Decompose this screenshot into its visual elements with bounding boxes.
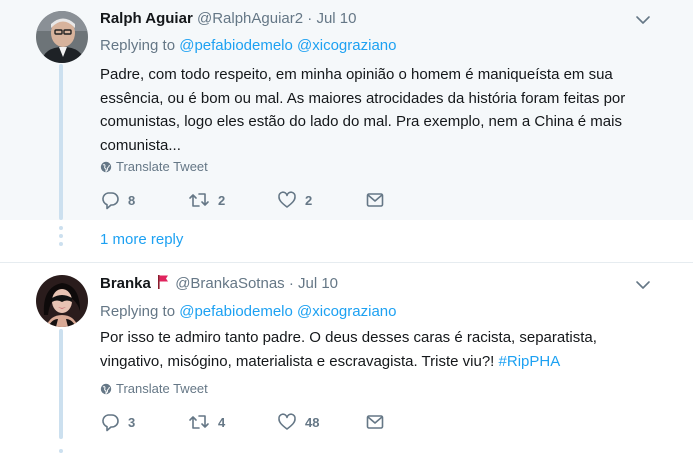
reply-icon xyxy=(100,412,120,432)
mention-link[interactable]: @xicograziano xyxy=(297,37,396,54)
reply-button[interactable]: 3 xyxy=(100,411,135,433)
tweet-text: Padre, com todo respeito, em minha opini… xyxy=(100,63,660,157)
tweet-header: Ralph Aguiar @RalphAguiar2 · Jul 10 xyxy=(100,9,356,29)
replying-label: Replying to xyxy=(100,37,176,54)
message-icon xyxy=(365,412,385,432)
thread-dots xyxy=(59,449,63,457)
mention-link[interactable]: @xicograziano xyxy=(297,303,396,320)
more-replies-row: 1 more reply xyxy=(0,220,693,262)
translate-label: Translate Tweet xyxy=(116,159,208,174)
author-handle[interactable]: @RalphAguiar2 xyxy=(197,10,303,27)
retweet-button[interactable]: 4 xyxy=(188,411,225,433)
translate-label: Translate Tweet xyxy=(116,381,208,396)
hashtag-link[interactable]: #RipPHA xyxy=(499,353,561,370)
tweet-branka[interactable]: Branka @BrankaSotnas · Jul 10 Replying t… xyxy=(0,263,693,457)
tweet-header: Branka @BrankaSotnas · Jul 10 xyxy=(100,274,338,296)
like-count: 48 xyxy=(305,414,320,430)
avatar-ralph-aguiar[interactable] xyxy=(36,11,88,63)
tweet-text: Por isso te admiro tanto padre. O deus d… xyxy=(100,326,660,373)
tweet-text-line: essência, ou é bom ou mal. As maiores at… xyxy=(100,89,626,107)
tweet-text-line: comunista... xyxy=(100,136,181,154)
translate-tweet-link[interactable]: Translate Tweet xyxy=(100,381,208,399)
like-button[interactable]: 48 xyxy=(277,411,319,433)
like-button[interactable]: 2 xyxy=(277,189,312,211)
author-name[interactable]: Ralph Aguiar xyxy=(100,10,193,27)
thread-line xyxy=(59,64,63,220)
reply-icon xyxy=(100,190,120,210)
reply-count: 8 xyxy=(128,192,136,208)
retweet-button[interactable]: 2 xyxy=(188,189,225,211)
retweet-icon xyxy=(188,412,210,432)
retweet-icon xyxy=(188,190,210,210)
reply-count: 3 xyxy=(128,414,136,430)
retweet-count: 4 xyxy=(218,414,226,430)
chevron-down-icon[interactable] xyxy=(634,276,652,294)
tweet-ralph-aguiar[interactable]: Ralph Aguiar @RalphAguiar2 · Jul 10 Repl… xyxy=(0,0,693,220)
tweet-text-line: comunistas, logo eles estão do lado do m… xyxy=(100,113,622,130)
flag-icon xyxy=(157,274,169,296)
retweet-count: 2 xyxy=(218,192,226,208)
like-count: 2 xyxy=(305,192,313,208)
author-handle[interactable]: @BrankaSotnas xyxy=(175,275,284,292)
globe-icon xyxy=(100,383,112,399)
tweet-date[interactable]: Jul 10 xyxy=(316,10,356,27)
tweet-date[interactable]: Jul 10 xyxy=(298,275,338,292)
direct-message-button[interactable] xyxy=(365,189,385,211)
separator: · xyxy=(288,275,294,292)
like-icon xyxy=(277,190,297,210)
author-name[interactable]: Branka xyxy=(100,275,151,292)
mention-link[interactable]: @pefabiodemelo xyxy=(179,303,293,320)
reply-button[interactable]: 8 xyxy=(100,189,135,211)
thread-dots xyxy=(59,226,63,250)
avatar-branka[interactable] xyxy=(36,275,88,327)
replying-to: Replying to @pefabiodemelo @xicograziano xyxy=(100,36,396,56)
thread-line xyxy=(59,329,63,439)
separator: · xyxy=(307,10,313,27)
replying-label: Replying to xyxy=(100,303,176,320)
more-reply-link[interactable]: 1 more reply xyxy=(100,230,183,250)
like-icon xyxy=(277,412,297,432)
globe-icon xyxy=(100,161,112,177)
translate-tweet-link[interactable]: Translate Tweet xyxy=(100,159,208,177)
mention-link[interactable]: @pefabiodemelo xyxy=(179,37,293,54)
message-icon xyxy=(365,190,385,210)
direct-message-button[interactable] xyxy=(365,411,385,433)
tweet-text-line: Por isso te admiro tanto padre. O deus d… xyxy=(100,329,597,346)
tweet-text-line: Padre, com todo respeito, em minha opini… xyxy=(100,66,613,83)
replying-to: Replying to @pefabiodemelo @xicograziano xyxy=(100,302,396,322)
tweet-text-segment: vingativo, misógino, materialista e escr… xyxy=(100,352,499,370)
chevron-down-icon[interactable] xyxy=(634,11,652,29)
tweet-text-line: vingativo, misógino, materialista e escr… xyxy=(100,350,660,374)
